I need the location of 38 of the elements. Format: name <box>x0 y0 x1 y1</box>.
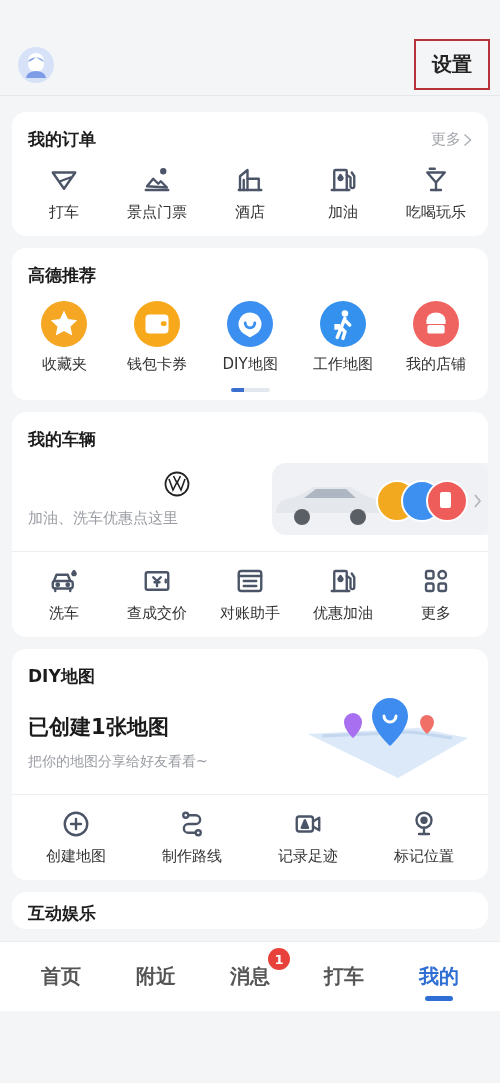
shortcut-item[interactable]: 工作地图 <box>296 301 390 374</box>
shortcut-item[interactable]: 制作路线 <box>134 809 250 866</box>
shortcut-item[interactable]: 记录足迹 <box>250 809 366 866</box>
map-count-heading: 已创建1张地图 <box>28 714 170 741</box>
shortcut-item[interactable]: 创建地图 <box>18 809 134 866</box>
emblem-icon <box>164 470 190 497</box>
page-indicator <box>230 388 270 392</box>
shortcut-item[interactable]: 收藏夹 <box>18 301 111 374</box>
shortcut-item[interactable]: 查成交价 <box>110 566 204 623</box>
shortcut-item[interactable]: 优惠加油 <box>296 566 390 623</box>
shortcut-item[interactable]: 更多 <box>389 566 482 623</box>
card-title: 我的车辆 <box>28 428 96 451</box>
shortcut-item[interactable]: 对账助手 <box>203 566 297 623</box>
shortcut-item[interactable]: 我的店铺 <box>389 301 482 374</box>
tab[interactable]: 附近 <box>108 942 203 1011</box>
shortcut-item[interactable]: DIY地图 <box>203 301 297 374</box>
share-hint: 把你的地图分享给好友看看~ <box>28 753 208 771</box>
shortcut-item[interactable]: 加油 <box>296 165 390 222</box>
settings-button[interactable]: 设置 <box>414 39 490 90</box>
tab[interactable]: 打车 <box>297 942 392 1011</box>
shortcut-item[interactable]: 钱包卡券 <box>110 301 204 374</box>
shortcut-item[interactable]: 标记位置 <box>366 809 482 866</box>
card-title: 高德推荐 <box>28 264 96 287</box>
tab[interactable]: 首页 <box>14 942 109 1011</box>
card-title: 我的订单 <box>28 128 96 151</box>
card-title: 互动娱乐 <box>28 902 97 925</box>
unread-badge: 1 <box>268 948 290 970</box>
chevron-right-icon <box>463 132 472 147</box>
avatar-icon[interactable] <box>18 46 54 83</box>
card-title: DIY地图 <box>28 665 95 688</box>
shortcut-item[interactable]: 打车 <box>18 165 111 222</box>
shortcut-item[interactable]: 酒店 <box>203 165 297 222</box>
tab[interactable]: 消息 1 <box>202 942 298 1011</box>
tab[interactable]: 我的 <box>391 942 487 1011</box>
add-circle-icon <box>61 809 91 839</box>
shortcut-item[interactable]: 吃喝玩乐 <box>389 165 482 222</box>
shortcut-item[interactable]: 洗车 <box>18 566 111 623</box>
shortcut-item[interactable]: 景点门票 <box>110 165 204 222</box>
